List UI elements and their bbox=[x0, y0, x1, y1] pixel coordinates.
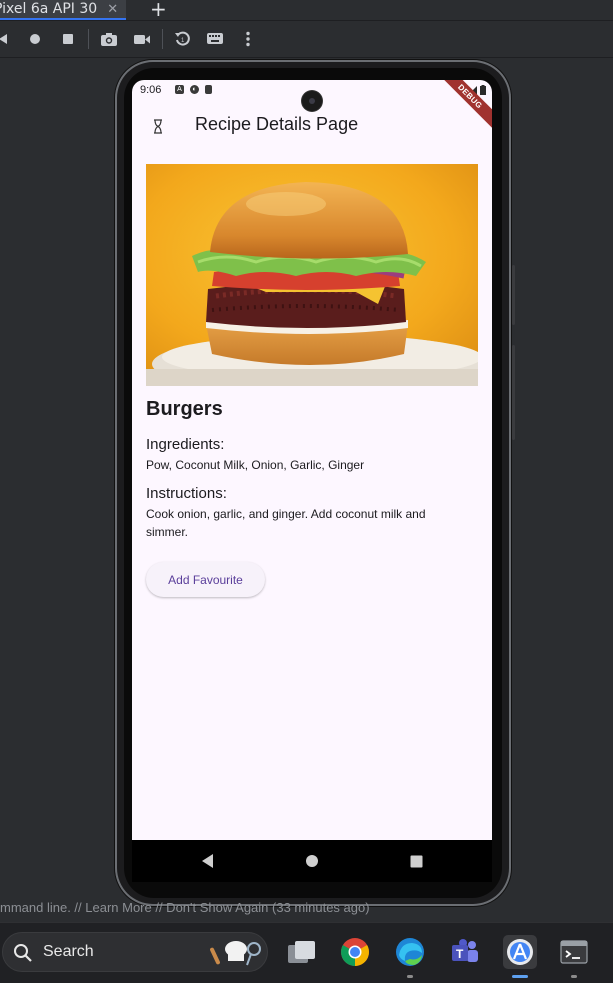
toolbar-divider bbox=[88, 29, 89, 49]
svg-text:1: 1 bbox=[181, 38, 185, 44]
chef-hat-icon bbox=[210, 941, 261, 966]
android-studio-app-icon[interactable] bbox=[503, 935, 537, 978]
notification-a-icon: A bbox=[175, 85, 184, 94]
nav-back-icon[interactable] bbox=[197, 852, 217, 870]
chrome-app-icon[interactable] bbox=[338, 935, 372, 969]
search-label: Search bbox=[43, 943, 94, 960]
sim-card-icon bbox=[205, 85, 212, 94]
file-manager-app-icon[interactable] bbox=[284, 935, 318, 969]
status-time: 9:06 bbox=[140, 84, 162, 96]
home-icon[interactable] bbox=[26, 30, 44, 48]
instructions-text: Cook onion, garlic, and ginger. Add coco… bbox=[146, 507, 426, 539]
screenshot-camera-icon[interactable] bbox=[100, 30, 118, 48]
add-favourite-button[interactable]: Add Favourite bbox=[146, 562, 265, 597]
hourglass-icon[interactable] bbox=[148, 116, 168, 136]
app-bar: Recipe Details Page bbox=[132, 106, 492, 146]
burger-image bbox=[146, 164, 478, 386]
tab-device-label: Pixel 6a API 30 bbox=[0, 1, 98, 17]
emulator-toolbar: 1 bbox=[0, 21, 613, 58]
search-icon bbox=[14, 944, 32, 962]
page-title: Recipe Details Page bbox=[195, 114, 359, 134]
power-button bbox=[512, 265, 515, 325]
svg-text:T: T bbox=[456, 947, 464, 961]
add-tab-icon[interactable]: + bbox=[150, 0, 167, 21]
more-options-icon[interactable] bbox=[239, 30, 257, 48]
close-icon[interactable]: ✕ bbox=[107, 2, 118, 17]
running-indicator bbox=[407, 975, 413, 978]
teams-app-icon[interactable]: T bbox=[448, 935, 482, 969]
notification-circle-icon: ◐ bbox=[190, 85, 199, 94]
running-indicator bbox=[571, 975, 577, 978]
ide-notification-text: mmand line. // Learn More // Don't Show … bbox=[0, 900, 370, 915]
terminal-app-icon[interactable] bbox=[557, 935, 591, 978]
nav-recents-icon[interactable] bbox=[406, 852, 426, 870]
toolbar-divider bbox=[162, 29, 163, 49]
tab-bar: Pixel 6a API 30 ✕ + bbox=[0, 0, 613, 21]
edge-app-icon[interactable] bbox=[393, 935, 427, 978]
overview-icon[interactable] bbox=[59, 30, 77, 48]
volume-button bbox=[512, 345, 515, 440]
ingredients-title: Ingredients: bbox=[146, 436, 225, 453]
recipe-name: Burgers bbox=[146, 398, 223, 420]
phone-screen: 9:06 A ◐ DEBUG Recipe Details Page Burge… bbox=[132, 80, 492, 882]
ingredients-text: Pow, Coconut Milk, Onion, Garlic, Ginger bbox=[146, 458, 365, 472]
back-icon[interactable] bbox=[0, 30, 12, 48]
instructions-title: Instructions: bbox=[146, 485, 227, 502]
keyboard-icon[interactable] bbox=[206, 30, 224, 48]
battery-icon bbox=[480, 85, 486, 95]
taskbar-search[interactable]: Search bbox=[2, 932, 268, 972]
windows-taskbar: Search T bbox=[0, 922, 613, 983]
nav-home-icon[interactable] bbox=[302, 852, 322, 870]
tab-device[interactable]: Pixel 6a API 30 ✕ bbox=[0, 0, 127, 20]
rotate-reset-icon[interactable]: 1 bbox=[174, 30, 192, 48]
screen-record-icon[interactable] bbox=[133, 30, 151, 48]
system-nav-bar bbox=[132, 840, 492, 882]
active-indicator bbox=[512, 975, 528, 978]
